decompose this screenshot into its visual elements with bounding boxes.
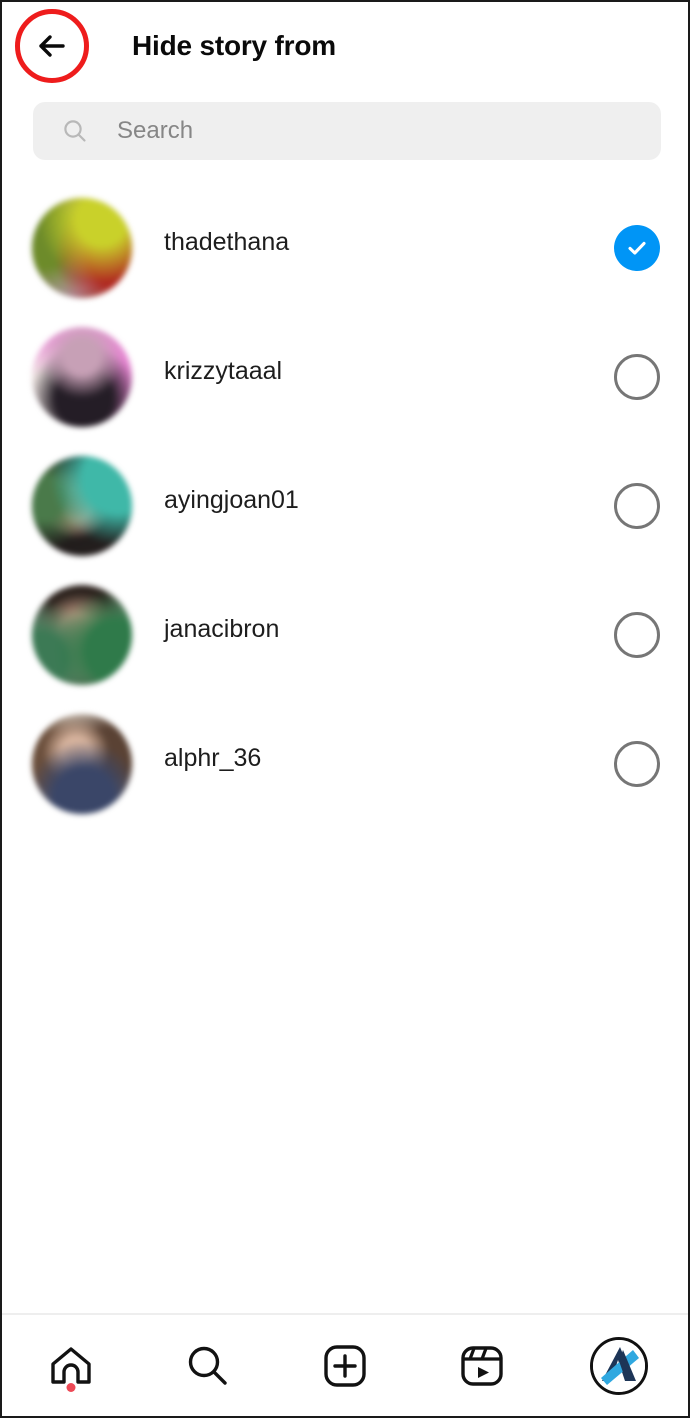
user-text: thadethana	[164, 229, 614, 266]
home-notification-badge	[66, 1383, 76, 1392]
check-icon	[628, 241, 646, 255]
avatar-alphr_36	[32, 713, 132, 814]
select-toggle-unchecked[interactable]	[614, 353, 660, 400]
username: krizzytaaal	[164, 357, 283, 386]
user-text: janacibron	[164, 616, 614, 653]
username: alphr_36	[164, 744, 262, 773]
instagram-hide-story-screen: Hide story from Search thadethana krizzy…	[0, 0, 690, 1418]
avatar-thadethana	[32, 197, 132, 298]
user-list: thadethana krizzytaaal ayingjoan01 janac…	[2, 183, 688, 828]
profile-avatar	[590, 1336, 649, 1395]
nav-item-profile[interactable]	[551, 1315, 688, 1416]
arrow-left-icon	[39, 35, 65, 57]
select-toggle-unchecked[interactable]	[614, 740, 660, 787]
page-title: Hide story from	[132, 30, 336, 61]
nav-item-reels[interactable]	[414, 1315, 551, 1416]
list-item[interactable]: ayingjoan01	[2, 441, 688, 570]
username: janacibron	[164, 615, 280, 644]
nav-item-create[interactable]	[276, 1315, 413, 1416]
search-placeholder: Search	[117, 117, 194, 144]
select-toggle-unchecked[interactable]	[614, 482, 660, 529]
username: thadethana	[164, 228, 290, 257]
nav-item-search[interactable]	[139, 1315, 276, 1416]
create-plus-icon	[324, 1344, 366, 1387]
header-bar: Hide story from	[2, 2, 688, 90]
search-input[interactable]: Search	[33, 102, 661, 160]
user-text: alphr_36	[164, 745, 614, 782]
avatar-krizzytaaal	[32, 326, 132, 427]
nav-item-home[interactable]	[2, 1315, 139, 1416]
select-toggle-checked[interactable]	[614, 224, 660, 271]
list-item[interactable]: krizzytaaal	[2, 312, 688, 441]
username: ayingjoan01	[164, 486, 299, 515]
select-toggle-unchecked[interactable]	[614, 611, 660, 658]
search-icon	[188, 1346, 227, 1385]
list-item[interactable]: thadethana	[2, 183, 688, 312]
avatar-ayingjoan01	[32, 455, 132, 556]
list-item[interactable]: janacibron	[2, 570, 688, 699]
list-item[interactable]: alphr_36	[2, 699, 688, 828]
user-text: krizzytaaal	[164, 358, 614, 395]
reels-icon	[461, 1345, 503, 1386]
search-icon	[64, 120, 86, 142]
avatar-janacibron	[32, 584, 132, 685]
profile-logo-icon	[593, 1339, 646, 1392]
back-button[interactable]	[15, 9, 89, 83]
user-text: ayingjoan01	[164, 487, 614, 524]
bottom-navigation-bar	[2, 1315, 688, 1416]
